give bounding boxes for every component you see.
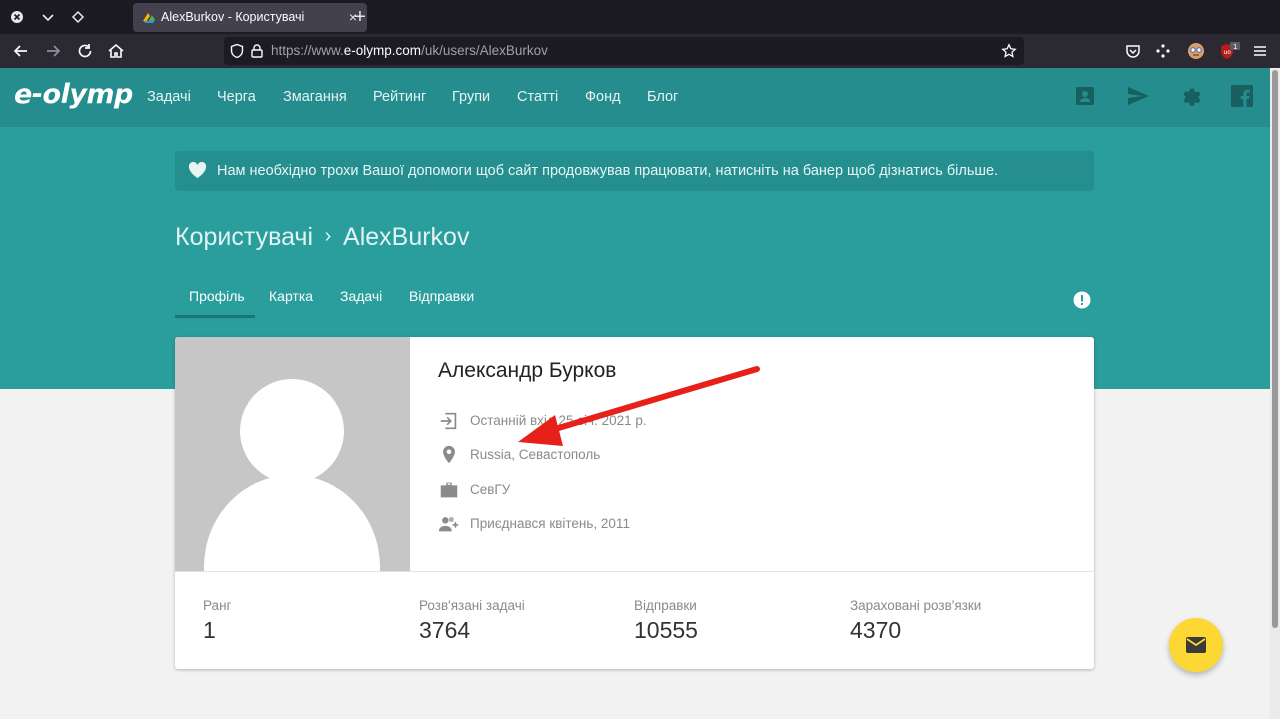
address-bar[interactable]: https://www.e-olymp.com/uk/users/AlexBur… [224, 37, 1024, 65]
user-full-name: Александр Бурков [438, 359, 617, 382]
tab-tasks[interactable]: Задачі [340, 288, 382, 304]
stat-rank: Ранг 1 [203, 598, 231, 644]
breadcrumb: Користувачі › AlexBurkov [175, 223, 469, 253]
stat-accepted-value: 4370 [850, 617, 902, 643]
tab-submissions[interactable]: Відправки [409, 288, 474, 304]
stat-solved: Розв'язані задачі 3764 [419, 598, 525, 644]
chevron-down-icon[interactable] [39, 8, 57, 26]
nav-item-rating[interactable]: Рейтинг [373, 89, 426, 105]
star-bookmark-icon[interactable] [1001, 43, 1017, 59]
url-prefix: https://www. [271, 43, 344, 58]
avatar [175, 337, 410, 571]
nav-item-articles[interactable]: Статті [517, 89, 558, 105]
active-tab-indicator [175, 315, 255, 318]
pocket-icon[interactable] [1124, 42, 1142, 60]
back-icon[interactable] [11, 41, 31, 61]
default-avatar-icon [204, 379, 380, 571]
ublock-label: uo [1224, 49, 1232, 56]
avatar-extension-icon[interactable] [1187, 42, 1205, 60]
nav-item-competitions[interactable]: Змагання [283, 89, 347, 105]
facebook-icon[interactable] [1230, 84, 1254, 108]
ublock-icon[interactable]: uo 1 [1219, 42, 1240, 60]
tab-profile[interactable]: Профіль [189, 288, 245, 304]
last-login-text: Останній вхід 25 січ. 2021 р. [470, 413, 647, 428]
stat-accepted: Зараховані розв'язки 4370 [850, 598, 981, 644]
new-tab-icon[interactable]: + [349, 6, 371, 28]
reload-icon[interactable] [75, 41, 95, 61]
login-icon [440, 412, 457, 430]
hamburger-menu-icon[interactable] [1251, 42, 1269, 60]
stat-rank-label: Ранг [203, 598, 232, 613]
stat-rank-value: 1 [203, 617, 216, 643]
send-icon[interactable] [1126, 84, 1150, 108]
breadcrumb-chevron-icon: › [324, 225, 332, 247]
tab-card[interactable]: Картка [269, 288, 313, 304]
card-divider [175, 571, 1094, 572]
url-path: /uk/users/AlexBurkov [421, 43, 548, 58]
nav-item-queue[interactable]: Черга [217, 89, 256, 105]
stat-submissions-value: 10555 [634, 617, 698, 643]
lock-icon[interactable] [249, 43, 265, 59]
nav-item-blog[interactable]: Блог [647, 89, 678, 105]
nav-item-groups[interactable]: Групи [452, 89, 490, 105]
stat-accepted-label: Зараховані розв'язки [850, 598, 982, 613]
profile-card: Александр Бурков Останній вхід 25 січ. 2… [175, 337, 1094, 669]
share-dots-icon[interactable] [1154, 42, 1172, 60]
browser-tab-bar: AlexBurkov - Користувачі × + [0, 0, 1280, 34]
breadcrumb-current: AlexBurkov [343, 223, 470, 251]
organization-text: СевГУ [470, 482, 511, 497]
group-add-icon [438, 516, 459, 532]
message-fab-button[interactable] [1169, 618, 1223, 672]
site-favicon-icon [143, 13, 155, 23]
banner-text: Нам необхідно трохи Вашої допомоги щоб с… [217, 163, 999, 179]
breadcrumb-users[interactable]: Користувачі [175, 223, 313, 251]
scrollbar-thumb[interactable] [1272, 70, 1278, 628]
browser-tab-active[interactable]: AlexBurkov - Користувачі × [133, 3, 367, 32]
home-icon[interactable] [106, 41, 126, 61]
close-window-icon[interactable] [8, 8, 26, 26]
nav-item-fund[interactable]: Фонд [585, 89, 621, 105]
site-logo[interactable]: e-olymp [14, 79, 133, 110]
joined-text: Приєднався квітень, 2011 [470, 516, 630, 531]
heart-icon [188, 162, 207, 179]
browser-nav-bar: https://www.e-olymp.com/uk/users/AlexBur… [0, 34, 1280, 68]
stat-submissions: Відправки 10555 [634, 598, 698, 644]
account-box-icon[interactable] [1073, 84, 1097, 108]
tab-title: AlexBurkov - Користувачі [161, 10, 305, 24]
nav-item-tasks[interactable]: Задачі [147, 89, 191, 105]
settings-icon[interactable] [1178, 84, 1202, 108]
mail-icon [1186, 637, 1206, 653]
briefcase-icon [440, 482, 458, 498]
diamond-icon[interactable] [69, 8, 87, 26]
url-host: e-olymp.com [343, 43, 422, 58]
location-text: Russia, Севастополь [470, 447, 601, 462]
report-alert-icon[interactable] [1073, 291, 1091, 309]
stat-solved-label: Розв'язані задачі [419, 598, 525, 613]
forward-icon[interactable] [43, 41, 63, 61]
stat-solved-value: 3764 [419, 617, 471, 643]
donation-banner[interactable]: Нам необхідно трохи Вашої допомоги щоб с… [175, 151, 1094, 191]
location-pin-icon [443, 445, 455, 464]
stat-submissions-label: Відправки [634, 598, 697, 613]
url-text[interactable]: https://www.e-olymp.com/uk/users/AlexBur… [271, 43, 548, 58]
shield-icon[interactable] [229, 43, 245, 59]
site-header: e-olymp Задачі Черга Змагання Рейтинг Гр… [0, 68, 1270, 127]
ublock-badge: 1 [1233, 43, 1237, 51]
